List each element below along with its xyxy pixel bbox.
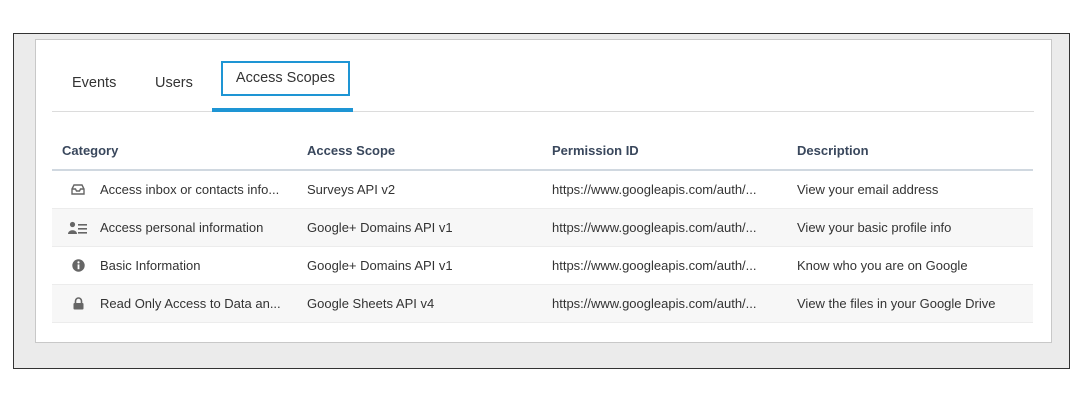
row-permission: https://www.googleapis.com/auth/... xyxy=(542,246,787,285)
header-access-scope[interactable]: Access Scope xyxy=(297,131,542,171)
tab-access-scopes[interactable]: Access Scopes xyxy=(212,60,353,112)
row-scope: Google Sheets API v4 xyxy=(297,284,542,323)
access-panel: Events Users Access Scopes Category Acce… xyxy=(35,39,1052,343)
table-row[interactable]: Access personal information Google+ Doma… xyxy=(52,208,1033,247)
person-list-icon xyxy=(68,220,88,236)
row-permission: https://www.googleapis.com/auth/... xyxy=(542,170,787,209)
access-scopes-table: Category Access Scope Permission ID Desc… xyxy=(52,131,1033,323)
row-scope: Surveys API v2 xyxy=(297,170,542,209)
row-description: View the files in your Google Drive xyxy=(787,284,1033,323)
table-header-row: Category Access Scope Permission ID Desc… xyxy=(52,131,1033,171)
table-row[interactable]: Basic Information Google+ Domains API v1… xyxy=(52,246,1033,285)
tab-users[interactable]: Users xyxy=(155,60,193,111)
inbox-icon xyxy=(68,182,88,198)
row-permission: https://www.googleapis.com/auth/... xyxy=(542,284,787,323)
header-category[interactable]: Category xyxy=(52,131,297,171)
row-permission: https://www.googleapis.com/auth/... xyxy=(542,208,787,247)
row-description: View your email address xyxy=(787,170,1033,209)
info-icon xyxy=(68,258,88,274)
tab-access-scopes-label: Access Scopes xyxy=(221,61,350,96)
row-category: Access inbox or contacts info... xyxy=(100,182,280,197)
table-row[interactable]: Read Only Access to Data an... Google Sh… xyxy=(52,284,1033,323)
row-category: Basic Information xyxy=(100,258,201,273)
row-description: View your basic profile info xyxy=(787,208,1033,247)
lock-icon xyxy=(68,296,88,312)
tab-events[interactable]: Events xyxy=(72,60,116,111)
row-scope: Google+ Domains API v1 xyxy=(297,208,542,247)
row-category: Read Only Access to Data an... xyxy=(100,296,281,311)
row-description: Know who you are on Google xyxy=(787,246,1033,285)
table-row[interactable]: Access inbox or contacts info... Surveys… xyxy=(52,170,1033,209)
header-description[interactable]: Description xyxy=(787,131,1033,171)
row-category: Access personal information xyxy=(100,220,264,235)
header-permission-id[interactable]: Permission ID xyxy=(542,131,787,171)
tab-bar: Events Users Access Scopes xyxy=(52,60,1034,112)
row-scope: Google+ Domains API v1 xyxy=(297,246,542,285)
active-tab-indicator xyxy=(212,108,353,112)
